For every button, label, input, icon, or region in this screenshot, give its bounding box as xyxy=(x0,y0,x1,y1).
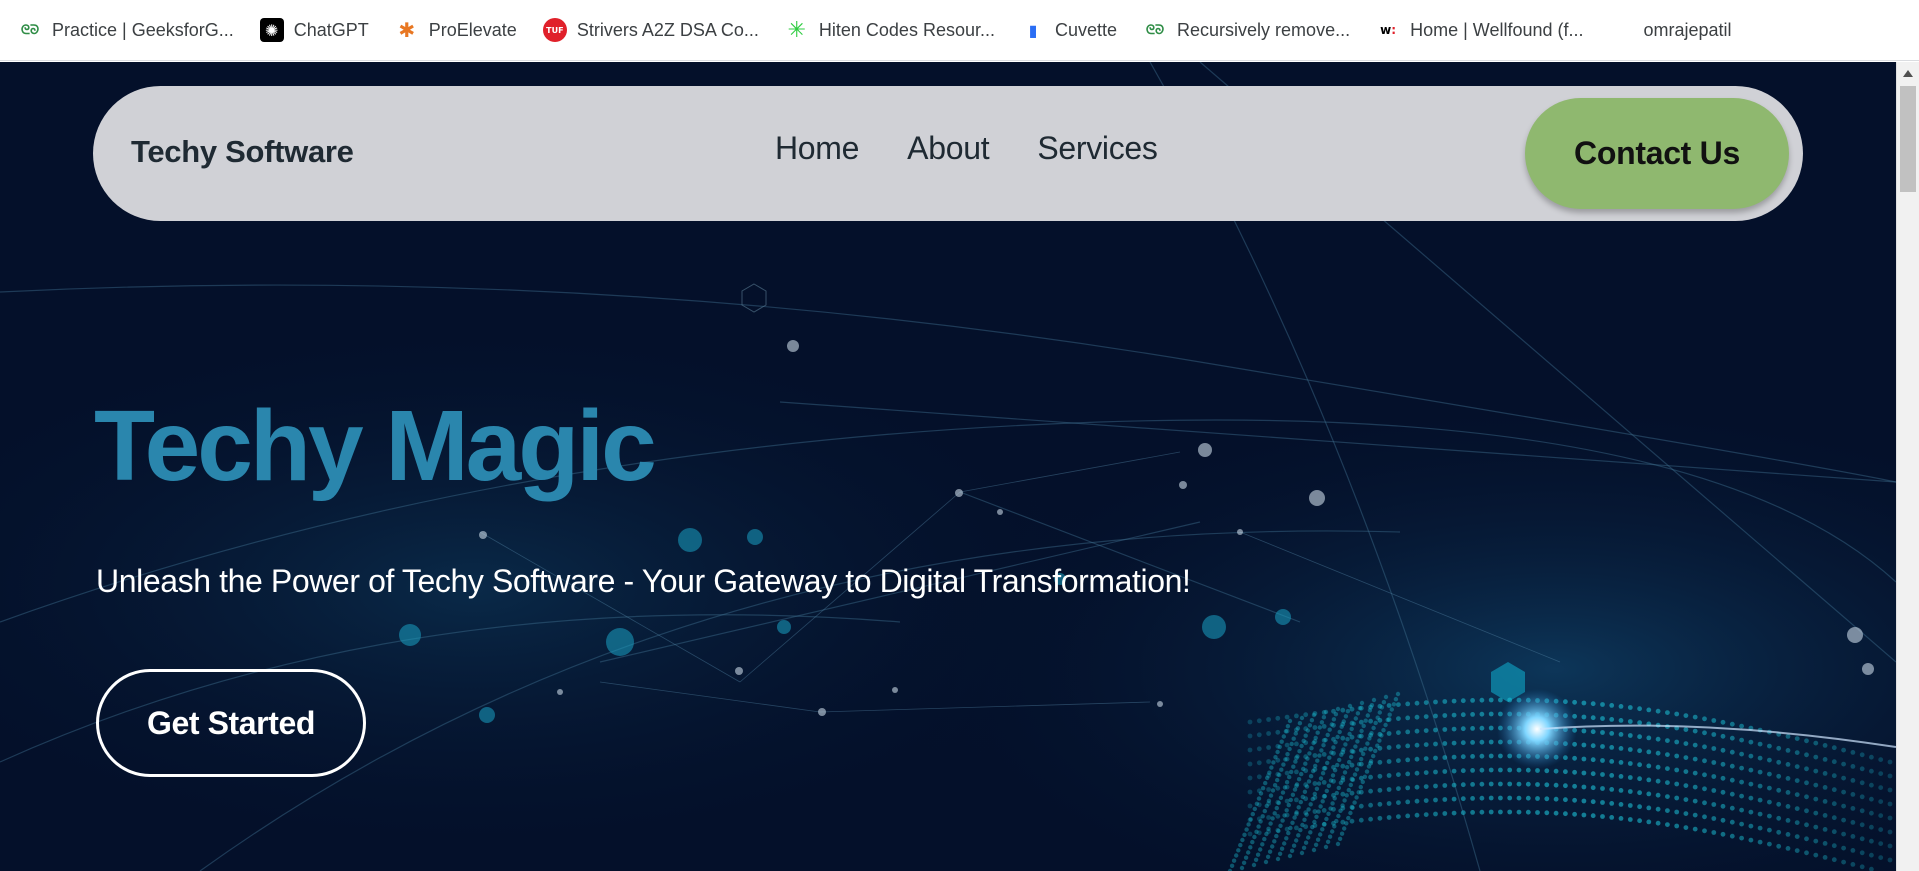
bookmark-item[interactable]: omrajepatil xyxy=(1610,10,1744,50)
bookmark-label: Cuvette xyxy=(1054,19,1118,40)
bookmark-label: omrajepatil xyxy=(1643,19,1732,40)
navbar: Techy Software Home About Services Conta… xyxy=(93,86,1803,221)
bookmarks-bar: ᘓᘐ Practice | GeeksforG... ✺ ChatGPT ✱ P… xyxy=(0,0,1919,61)
contact-us-button[interactable]: Contact Us xyxy=(1525,98,1789,209)
contact-us-label: Contact Us xyxy=(1574,135,1740,171)
page-scrollbar[interactable] xyxy=(1896,62,1919,871)
blank-icon xyxy=(1610,18,1634,42)
bookmark-item[interactable]: ▮ Cuvette xyxy=(1021,10,1129,50)
bookmark-item[interactable]: ✳ Hiten Codes Resour... xyxy=(785,10,1007,50)
get-started-label: Get Started xyxy=(146,704,316,741)
nav-link-home[interactable]: Home xyxy=(775,130,859,167)
nav-link-about[interactable]: About xyxy=(907,130,989,167)
bookmark-label: ChatGPT xyxy=(293,19,369,40)
bookmark-item[interactable]: ✱ ProElevate xyxy=(395,10,529,50)
bookmark-label: Home | Wellfound (f... xyxy=(1410,19,1584,40)
bookmark-item[interactable]: ᘓᘐ Practice | GeeksforG... xyxy=(18,10,246,50)
bookmark-label: Recursively remove... xyxy=(1177,19,1351,40)
gfg-icon: ᘓᘐ xyxy=(1145,22,1165,38)
tuf-icon: TUF xyxy=(542,18,567,42)
asterisk-icon: ✳ xyxy=(787,17,807,43)
nav-link-services[interactable]: Services xyxy=(1037,130,1158,167)
scrollbar-thumb[interactable] xyxy=(1900,86,1916,192)
brand-logo[interactable]: Techy Software xyxy=(131,134,354,170)
cuvette-icon: ▮ xyxy=(1028,20,1038,40)
bookmark-label: ProElevate xyxy=(428,19,517,40)
get-started-button[interactable]: Get Started xyxy=(96,669,366,777)
bookmark-label: Hiten Codes Resour... xyxy=(818,19,995,40)
proelevate-icon: ✱ xyxy=(398,18,416,42)
scroll-up-icon[interactable] xyxy=(1903,70,1913,77)
nav-links: Home About Services xyxy=(775,130,1158,167)
page-viewport: Techy Software Home About Services Conta… xyxy=(0,62,1896,871)
hero-title: Techy Magic xyxy=(94,390,657,502)
bookmark-label: Practice | GeeksforG... xyxy=(52,19,234,40)
wellfound-icon: w: xyxy=(1380,23,1397,37)
bookmark-item[interactable]: w: Home | Wellfound (f... xyxy=(1376,10,1595,50)
bookmark-label: Strivers A2Z DSA Co... xyxy=(576,19,759,40)
hero-subtitle: Unleash the Power of Techy Software - Yo… xyxy=(96,563,1191,599)
gfg-icon: ᘓᘐ xyxy=(20,22,40,38)
bookmark-item[interactable]: ✺ ChatGPT xyxy=(259,10,381,50)
chatgpt-icon: ✺ xyxy=(259,18,284,42)
bookmark-item[interactable]: ᘓᘐ Recursively remove... xyxy=(1143,10,1362,50)
bookmark-item[interactable]: TUF Strivers A2Z DSA Co... xyxy=(542,10,771,50)
